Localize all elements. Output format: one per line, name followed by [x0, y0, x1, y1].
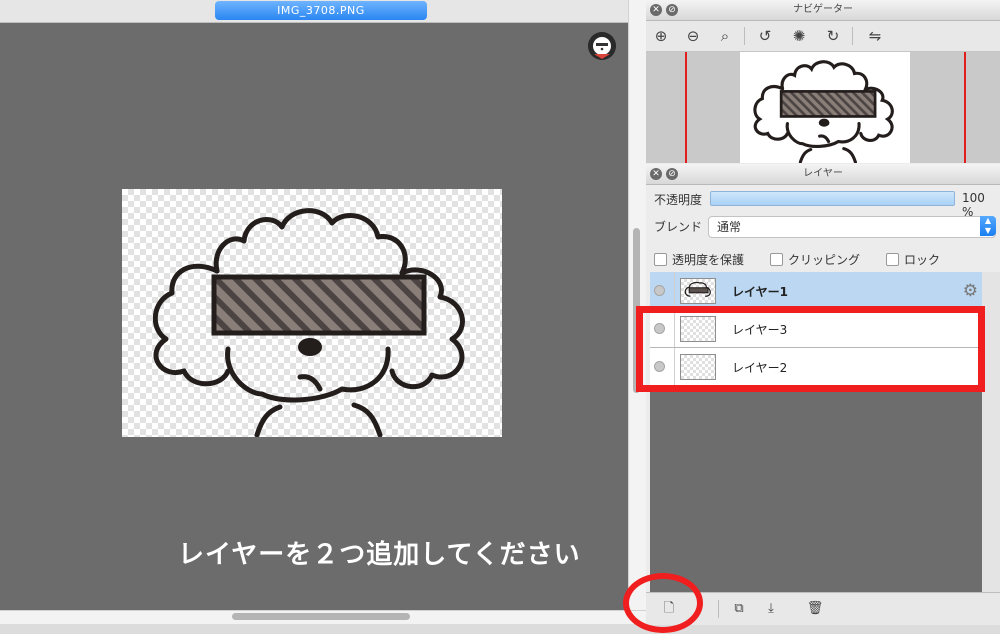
layer-name: レイヤー1: [732, 285, 788, 299]
visibility-icon[interactable]: [654, 285, 665, 296]
zoom-out-icon[interactable]: ⊖: [682, 26, 704, 46]
document-tab[interactable]: IMG_3708.PNG: [215, 1, 427, 20]
toolbar-separator: [852, 27, 853, 45]
layer-thumbnail: [680, 278, 716, 304]
rotate-reset-icon[interactable]: ✺: [788, 26, 810, 46]
zoom-fit-icon[interactable]: ⌕: [714, 26, 736, 46]
navigator-preview[interactable]: [646, 52, 1000, 163]
merge-layer-icon[interactable]: ⤓: [762, 600, 780, 618]
checkbox-label: クリッピング: [788, 253, 861, 267]
navigator-header: ✕ ⊘ ナビゲーター: [646, 0, 1000, 21]
detach-icon[interactable]: ⊘: [666, 4, 678, 16]
navigator-title: ナビゲーター: [793, 4, 853, 15]
close-icon[interactable]: ✕: [650, 4, 662, 16]
rotate-right-icon[interactable]: ↻: [822, 26, 844, 46]
poodle-drawing: [152, 208, 465, 437]
flip-icon[interactable]: ⇋: [864, 26, 886, 46]
opacity-slider[interactable]: [710, 191, 955, 206]
viewport-right-edge: [964, 52, 966, 163]
layer-row-1[interactable]: レイヤー1 ⚙: [650, 272, 982, 310]
chevron-updown-icon: ▲ ▼: [980, 216, 996, 236]
highlight-frame: [636, 306, 985, 392]
protect-alpha-checkbox[interactable]: 透明度を保護: [654, 253, 744, 267]
gear-icon[interactable]: ⚙: [963, 281, 978, 301]
artwork-canvas[interactable]: [122, 189, 502, 437]
duplicate-layer-icon[interactable]: ⧉: [730, 600, 748, 618]
canvas-horizontal-scroll-thumb[interactable]: [232, 613, 410, 620]
checkbox-box: [654, 253, 667, 266]
user-avatar[interactable]: [588, 32, 616, 60]
close-icon[interactable]: ✕: [650, 168, 662, 180]
toolbar-separator: [744, 27, 745, 45]
clipping-checkbox[interactable]: クリッピング: [770, 253, 860, 267]
checkbox-label: 透明度を保護: [672, 253, 745, 267]
status-bar: [0, 624, 1000, 634]
navigator-toolbar: ⊕ ⊖ ⌕ ↺ ✺ ↻ ⇋: [646, 21, 1000, 52]
instruction-caption: レイヤーを２つ追加してください: [178, 540, 581, 570]
blend-mode-value: 通常: [717, 220, 742, 234]
layer-panel-title: レイヤー: [803, 168, 843, 179]
opacity-value: 100 %: [962, 191, 985, 219]
layer-panel-header: ✕ ⊘ レイヤー: [646, 164, 1000, 185]
toolbar-separator: [718, 600, 719, 618]
opacity-label: 不透明度: [654, 193, 703, 207]
checkbox-label: ロック: [904, 253, 941, 267]
blend-label: ブレンド: [654, 220, 703, 234]
checkbox-box: [770, 253, 783, 266]
detach-icon[interactable]: ⊘: [666, 168, 678, 180]
navigator-thumbnail: [740, 52, 910, 163]
highlight-circle: [623, 573, 703, 633]
viewport-left-edge: [685, 52, 687, 163]
blend-mode-select[interactable]: 通常 ▲ ▼: [708, 216, 996, 238]
row-divider: [674, 272, 675, 309]
rotate-left-icon[interactable]: ↺: [754, 26, 776, 46]
checkbox-box: [886, 253, 899, 266]
trash-icon[interactable]: 🗑: [806, 600, 824, 618]
lock-checkbox[interactable]: ロック: [886, 253, 940, 267]
zoom-in-icon[interactable]: ⊕: [650, 26, 672, 46]
